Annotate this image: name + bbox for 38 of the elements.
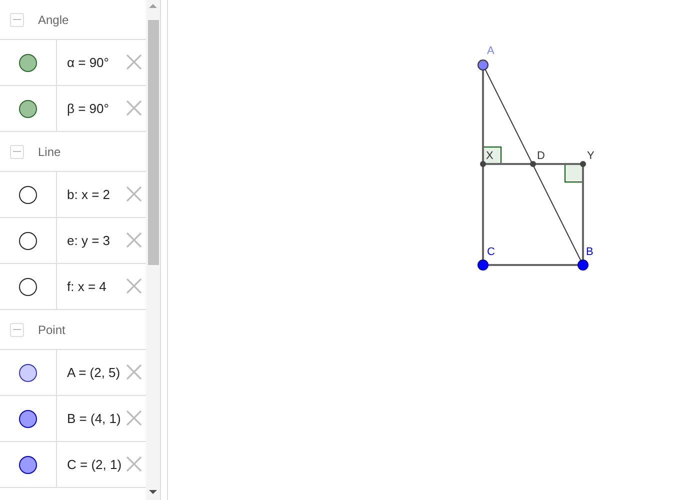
close-icon[interactable] [126, 278, 142, 294]
group-title: Point [38, 322, 66, 336]
point-label: C [487, 246, 495, 258]
close-icon[interactable] [126, 364, 142, 380]
point-label: Y [587, 150, 594, 162]
scrollbar[interactable] [146, 0, 160, 500]
visibility-toggle[interactable] [19, 456, 37, 474]
group-title: Line [38, 144, 61, 158]
object-definition[interactable]: β = 90° [67, 101, 109, 116]
close-icon[interactable] [126, 186, 142, 202]
close-icon[interactable] [126, 456, 142, 472]
collapse-toggle[interactable] [10, 322, 24, 336]
point-label: B [586, 246, 594, 258]
visibility-toggle[interactable] [19, 232, 37, 250]
object-definition[interactable]: b: x = 2 [67, 187, 110, 202]
object-definition[interactable]: α = 90° [67, 55, 109, 70]
object-definition[interactable]: C = (2, 1) [67, 457, 122, 472]
object-definition[interactable]: B = (4, 1) [67, 411, 121, 426]
collapse-toggle[interactable] [10, 12, 24, 26]
object-definition[interactable]: e: y = 3 [67, 233, 110, 248]
visibility-toggle[interactable] [19, 278, 37, 296]
close-icon[interactable] [126, 232, 142, 248]
close-icon[interactable] [126, 54, 142, 70]
visibility-toggle[interactable] [19, 186, 37, 204]
point-label: D [537, 150, 545, 162]
visibility-toggle[interactable] [19, 54, 37, 72]
group-title: Angle [38, 12, 69, 26]
object-definition[interactable]: A = (2, 5) [67, 365, 120, 380]
point-label: A [487, 45, 494, 57]
close-icon[interactable] [126, 410, 142, 426]
point-label: X [486, 150, 494, 162]
visibility-toggle[interactable] [19, 100, 37, 118]
panel-divider[interactable] [160, 0, 168, 500]
object-definition[interactable]: f: x = 4 [67, 279, 106, 294]
collapse-toggle[interactable] [10, 144, 24, 158]
visibility-toggle[interactable] [19, 410, 37, 428]
visibility-toggle[interactable] [19, 364, 37, 382]
close-icon[interactable] [126, 100, 142, 116]
